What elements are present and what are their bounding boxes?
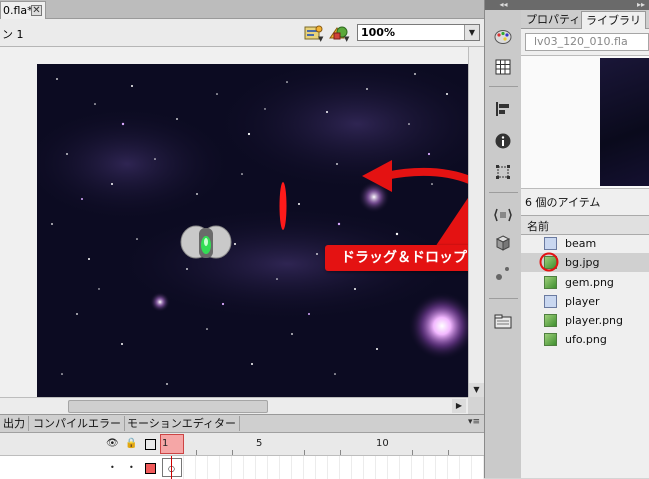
color-palette-icon[interactable] <box>492 26 514 48</box>
frame-tick <box>304 450 305 455</box>
scroll-right-icon[interactable]: ▶ <box>452 399 466 413</box>
frame-tick <box>412 450 413 455</box>
library-item[interactable]: player <box>521 292 649 311</box>
preview-image <box>600 58 649 186</box>
library-item-label: player <box>565 295 600 308</box>
tab-properties[interactable]: プロパティ <box>523 12 583 28</box>
outline-icon[interactable] <box>145 439 156 450</box>
align-icon[interactable] <box>492 98 514 120</box>
frame-grid[interactable] <box>160 456 484 479</box>
frame-tick <box>340 450 341 455</box>
drag-drop-annotation: ドラッグ＆ドロップ <box>325 245 483 271</box>
tab-compiler-errors[interactable]: コンパイルエラー <box>30 416 125 431</box>
drag-source-highlight <box>539 252 559 272</box>
vertical-scrollbar[interactable]: ▼ <box>468 47 485 397</box>
library-item-label: bg.jpg <box>565 256 600 269</box>
keyframe[interactable]: ○ <box>162 458 182 477</box>
transform-icon[interactable] <box>492 161 514 183</box>
frame-tick <box>196 450 197 455</box>
lock-icon[interactable]: 🔒 <box>125 438 137 449</box>
panel-menu-icon[interactable]: ▾≡ <box>468 417 480 427</box>
visibility-dot[interactable]: • <box>110 463 115 472</box>
tab-library[interactable]: ライブラリ <box>581 11 646 29</box>
bitmap-icon <box>544 314 557 327</box>
library-document-select[interactable]: lv03_120_010.fla <box>525 33 649 51</box>
library-preview <box>521 55 649 189</box>
library-panel: ▸▸ プロパティ ライブラリ lv03_120_010.fla 6 個のアイテム… <box>521 0 649 478</box>
horizontal-scrollbar[interactable]: ▶ <box>0 397 468 414</box>
library-folder-icon[interactable] <box>492 310 514 332</box>
eye-icon[interactable]: 👁 <box>106 438 119 449</box>
library-item-count: 6 個のアイテム <box>525 196 601 209</box>
timeline-panel: 出力 コンパイルエラー モーションエディター ▾≡ 👁 🔒 1 5 10 • •… <box>0 414 484 479</box>
info-icon[interactable] <box>492 130 514 152</box>
frame-tick <box>232 450 233 455</box>
frame-tick <box>448 450 449 455</box>
library-item[interactable]: ufo.png <box>521 330 649 349</box>
library-item[interactable]: beam <box>521 234 649 253</box>
library-tab-strip: プロパティ ライブラリ <box>521 10 649 29</box>
expand-icon[interactable]: ▸▸ <box>521 0 649 10</box>
layer-color-swatch[interactable] <box>145 463 156 474</box>
collapse-icon[interactable]: ◂◂ <box>485 0 522 10</box>
lock-dot[interactable]: • <box>129 463 134 472</box>
movie-clip-icon <box>544 237 557 250</box>
library-item-label: player.png <box>565 314 624 327</box>
movie-clip-icon <box>544 295 557 308</box>
divider <box>489 298 518 299</box>
tab-motion-editor[interactable]: モーションエディター <box>124 416 241 431</box>
timeline-header: 👁 🔒 1 5 10 <box>0 433 484 456</box>
library-item-label: gem.png <box>565 276 614 289</box>
library-item-label: ufo.png <box>565 333 607 346</box>
3d-icon[interactable] <box>492 232 514 254</box>
frame-number: 5 <box>256 438 263 449</box>
library-item-label: beam <box>565 237 597 250</box>
bitmap-icon <box>544 276 557 289</box>
sphere-icon[interactable] <box>492 262 514 284</box>
frame-number: 10 <box>376 438 389 449</box>
playhead[interactable] <box>171 456 172 479</box>
library-document-name: lv03_120_010.fla <box>534 35 628 48</box>
panel-tab-strip: 出力 コンパイルエラー モーションエディター ▾≡ <box>0 415 484 433</box>
divider <box>489 86 518 87</box>
horizontal-scroll-thumb[interactable] <box>68 400 268 413</box>
divider <box>489 192 518 193</box>
swatches-icon[interactable] <box>492 56 514 78</box>
column-name-label: 名前 <box>527 220 549 233</box>
panel-dock: ◂◂ <box>484 0 523 478</box>
library-item[interactable]: player.png <box>521 311 649 330</box>
scroll-down-icon[interactable]: ▼ <box>469 383 484 397</box>
library-item[interactable]: gem.png <box>521 273 649 292</box>
tab-output[interactable]: 出力 <box>0 416 29 431</box>
library-column-header[interactable]: 名前 <box>521 215 649 235</box>
layer-row[interactable]: • • ○ <box>0 456 484 479</box>
components-icon[interactable] <box>492 204 514 226</box>
bitmap-icon <box>544 333 557 346</box>
frame-number: 1 <box>162 438 169 449</box>
